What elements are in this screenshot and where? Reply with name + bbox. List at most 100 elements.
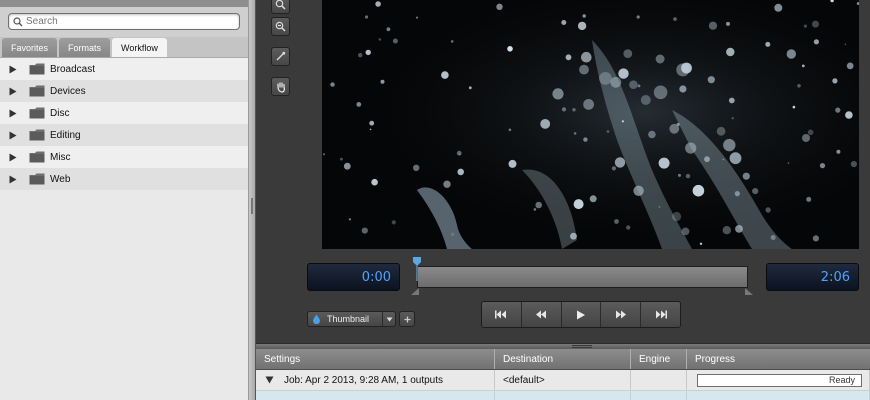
search-bar bbox=[0, 7, 248, 37]
disclosure-triangle-open-icon[interactable] bbox=[265, 376, 274, 384]
timeline-scrubber[interactable] bbox=[417, 266, 748, 288]
disclosure-triangle-icon[interactable] bbox=[9, 86, 19, 96]
current-time: 0:00 bbox=[361, 269, 391, 285]
folder-icon bbox=[29, 107, 45, 119]
tree-item-label: Broadcast bbox=[50, 63, 96, 75]
settings-browser-panel: Favorites Formats Workflow Broadcast Devi… bbox=[0, 0, 249, 400]
job-settings: Job: Apr 2 2013, 9:28 AM, 1 outputs bbox=[284, 374, 443, 386]
skip-forward-icon bbox=[655, 310, 667, 319]
batch-table: Settings Destination Engine Progress Job… bbox=[256, 349, 870, 400]
tree-item-label: Editing bbox=[50, 129, 81, 141]
tab-formats[interactable]: Formats bbox=[59, 38, 111, 57]
column-header-progress[interactable]: Progress bbox=[687, 349, 870, 369]
column-header-engine[interactable]: Engine bbox=[631, 349, 687, 369]
output-settings-cell bbox=[256, 391, 495, 400]
splitter-grip[interactable] bbox=[251, 198, 253, 214]
job-destination: <default> bbox=[503, 374, 545, 386]
folder-icon bbox=[29, 173, 45, 185]
rewind-icon bbox=[536, 310, 547, 319]
column-header-label: Engine bbox=[639, 353, 671, 365]
tree-item-web[interactable]: Web bbox=[0, 168, 248, 190]
tab-label: Favorites bbox=[11, 42, 49, 53]
column-header-label: Destination bbox=[503, 353, 554, 365]
column-header-label: Settings bbox=[264, 353, 301, 365]
output-destination-cell bbox=[495, 391, 631, 400]
splitter-grip[interactable] bbox=[572, 345, 592, 348]
job-progress-bar: Ready bbox=[697, 373, 862, 387]
thumbnail-dropdown[interactable]: Thumbnail bbox=[307, 311, 396, 327]
thumbnail-label: Thumbnail bbox=[327, 314, 370, 324]
batch-table-header: Settings Destination Engine Progress bbox=[256, 349, 870, 370]
job-engine-cell bbox=[631, 370, 687, 390]
skip-back-icon bbox=[495, 310, 507, 319]
play-icon bbox=[576, 310, 585, 319]
column-header-settings[interactable]: Settings bbox=[256, 349, 495, 369]
job-settings-cell: Job: Apr 2 2013, 9:28 AM, 1 outputs bbox=[256, 370, 495, 390]
eyedropper-button[interactable] bbox=[271, 47, 290, 66]
tree-item-devices[interactable]: Devices bbox=[0, 80, 248, 102]
tab-favorites[interactable]: Favorites bbox=[2, 38, 58, 57]
add-thumbnail-button[interactable] bbox=[399, 311, 415, 327]
tree-item-label: Disc bbox=[50, 107, 70, 119]
job-destination-cell[interactable]: <default> bbox=[495, 370, 631, 390]
output-progress-cell bbox=[687, 391, 870, 400]
workflow-tree: Broadcast Devices Disc Editing Misc Web bbox=[0, 58, 248, 190]
play-button[interactable] bbox=[561, 302, 602, 327]
rewind-button[interactable] bbox=[521, 302, 562, 327]
tree-item-misc[interactable]: Misc bbox=[0, 146, 248, 168]
disclosure-triangle-icon[interactable] bbox=[9, 108, 19, 118]
eyedropper-icon bbox=[276, 51, 286, 61]
hand-button[interactable] bbox=[271, 77, 290, 96]
column-header-destination[interactable]: Destination bbox=[495, 349, 631, 369]
job-row[interactable]: Job: Apr 2 2013, 9:28 AM, 1 outputs <def… bbox=[256, 370, 870, 391]
plus-icon bbox=[404, 316, 410, 322]
search-field[interactable] bbox=[8, 13, 240, 30]
column-header-label: Progress bbox=[695, 353, 736, 365]
fast-forward-button[interactable] bbox=[601, 302, 642, 327]
folder-icon bbox=[29, 151, 45, 163]
chevron-down-icon bbox=[382, 312, 395, 326]
zoom-out-button[interactable] bbox=[271, 17, 290, 36]
folder-icon bbox=[29, 129, 45, 141]
search-icon bbox=[13, 16, 23, 26]
browser-tabs: Favorites Formats Workflow bbox=[0, 37, 248, 58]
transport-controls bbox=[481, 301, 681, 328]
zoom-in-button[interactable] bbox=[271, 0, 290, 14]
job-progress-cell: Ready bbox=[687, 370, 870, 390]
duration-display: 2:06 bbox=[766, 263, 859, 291]
disclosure-triangle-icon[interactable] bbox=[9, 152, 19, 162]
panel-top-bar bbox=[0, 0, 248, 7]
skip-back-button[interactable] bbox=[482, 302, 522, 327]
tree-item-editing[interactable]: Editing bbox=[0, 124, 248, 146]
hand-icon bbox=[276, 81, 285, 93]
tree-item-label: Misc bbox=[50, 151, 71, 163]
vertical-splitter[interactable] bbox=[249, 0, 256, 400]
tree-item-broadcast[interactable]: Broadcast bbox=[0, 58, 248, 80]
tab-label: Formats bbox=[68, 42, 102, 53]
folder-icon bbox=[29, 63, 45, 75]
video-preview[interactable] bbox=[322, 0, 859, 249]
preview-panel bbox=[256, 0, 870, 343]
output-row[interactable] bbox=[256, 391, 870, 400]
tree-item-disc[interactable]: Disc bbox=[0, 102, 248, 124]
disclosure-triangle-icon[interactable] bbox=[9, 64, 19, 74]
tree-item-label: Devices bbox=[50, 85, 86, 97]
tab-label: Workflow bbox=[121, 42, 158, 53]
job-status: Ready bbox=[828, 375, 855, 385]
playhead-marker[interactable] bbox=[412, 257, 422, 281]
skip-forward-button[interactable] bbox=[641, 302, 680, 327]
output-engine-cell bbox=[631, 391, 687, 400]
droplet-icon bbox=[313, 314, 320, 324]
in-point-marker[interactable] bbox=[411, 288, 419, 295]
disclosure-triangle-icon[interactable] bbox=[9, 174, 19, 184]
out-point-marker[interactable] bbox=[745, 288, 753, 295]
search-input[interactable] bbox=[26, 16, 226, 27]
current-time-display: 0:00 bbox=[307, 263, 400, 291]
tab-workflow[interactable]: Workflow bbox=[112, 38, 167, 57]
fast-forward-icon bbox=[615, 310, 626, 319]
water-splash-image bbox=[322, 0, 859, 249]
duration-time: 2:06 bbox=[820, 269, 850, 285]
zoom-out-icon bbox=[275, 21, 286, 32]
disclosure-triangle-icon[interactable] bbox=[9, 130, 19, 140]
tree-item-label: Web bbox=[50, 173, 71, 185]
